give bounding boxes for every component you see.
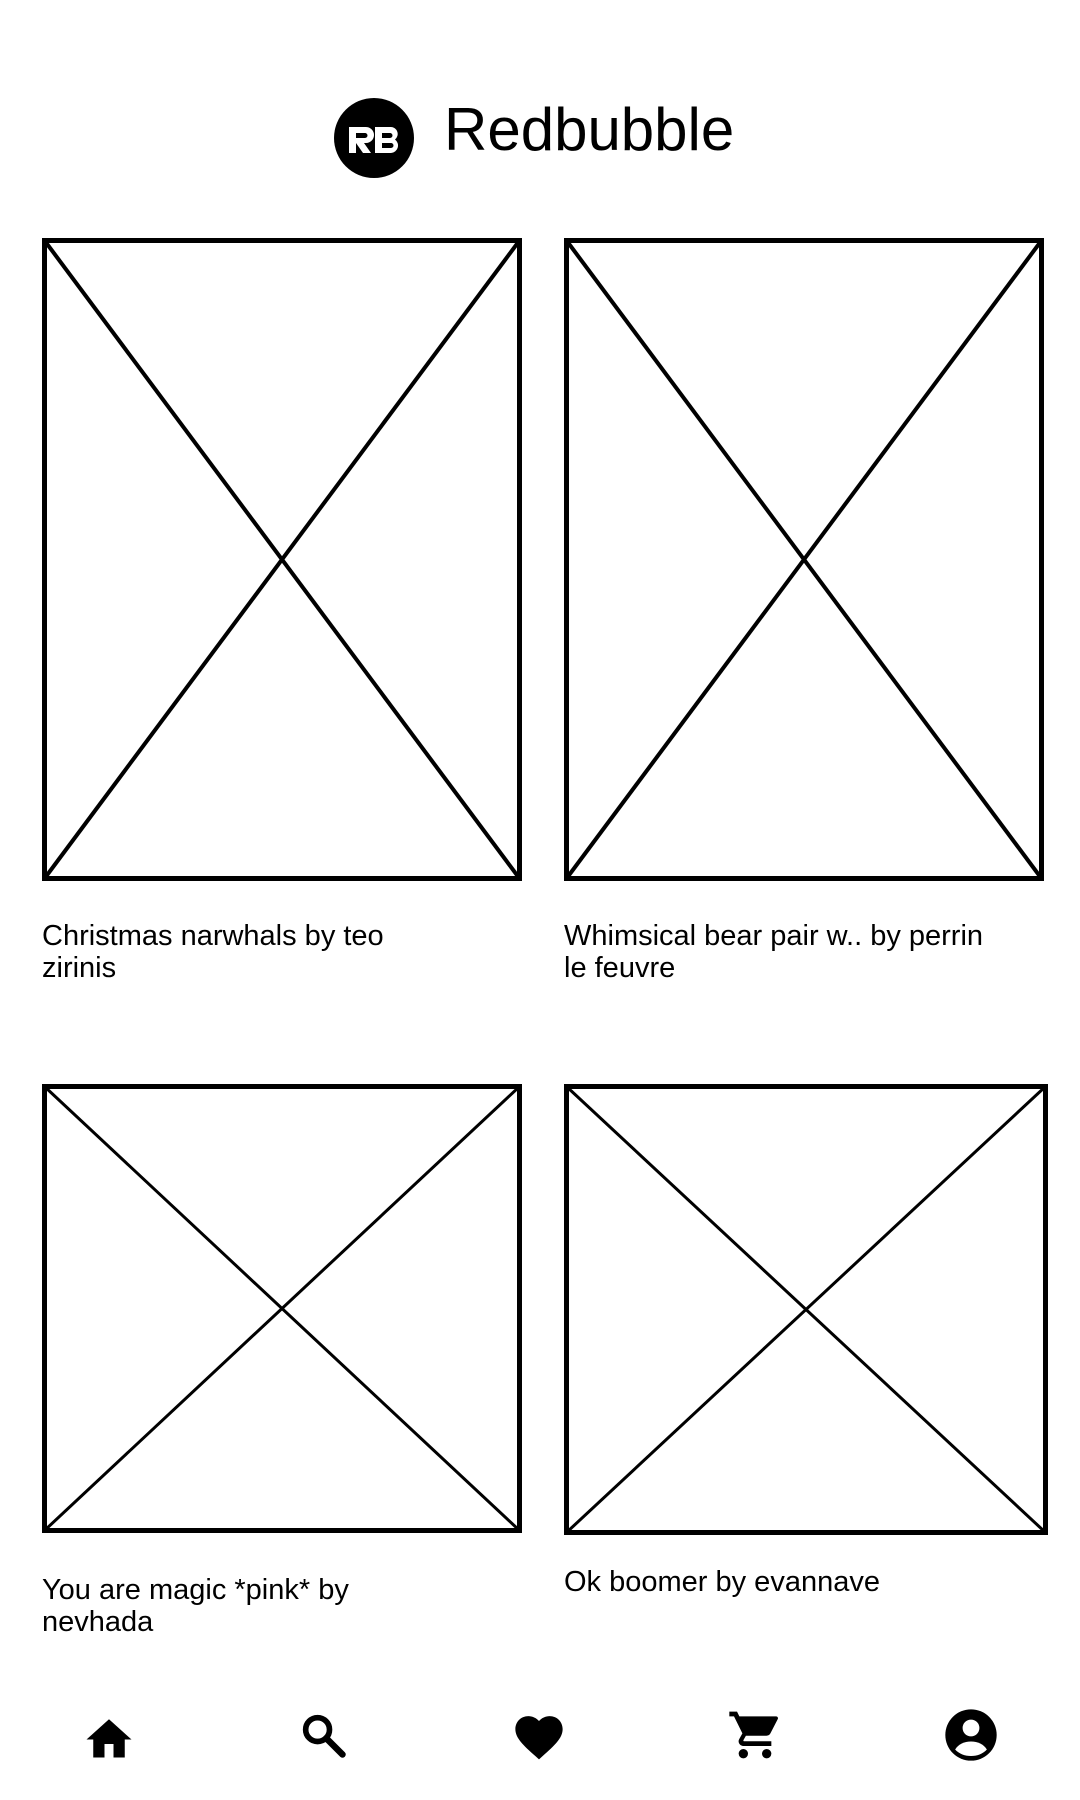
image-placeholder-icon[interactable] [42,1084,522,1536]
nav-search[interactable] [268,1690,378,1780]
search-icon [302,1714,346,1758]
nav-favorites[interactable] [484,1690,594,1780]
nav-home[interactable] [54,1690,164,1780]
product-card[interactable]: You are magic *pink* by nevhada [42,1084,522,1664]
image-placeholder-icon[interactable] [564,238,1044,884]
product-card[interactable]: Christmas narwhals by teo zirinis [42,238,522,984]
app-header: Redbubble [0,0,1080,230]
account-circle-icon [945,1709,997,1761]
brand-name: Redbubble [444,96,735,163]
product-caption[interactable]: Ok boomer by evannave [564,1566,984,1598]
home-icon [86,1719,132,1758]
heart-icon [515,1716,563,1760]
bottom-navigation [0,1690,1080,1800]
product-card[interactable]: Whimsical bear pair w.. by perrin le feu… [564,238,1044,984]
redbubble-logo-icon[interactable] [333,97,415,179]
product-card[interactable]: Ok boomer by evannave [564,1084,1048,1664]
nav-account[interactable] [916,1690,1026,1780]
image-placeholder-icon[interactable] [42,238,522,884]
nav-cart[interactable] [700,1690,810,1780]
product-caption[interactable]: Christmas narwhals by teo zirinis [42,920,462,984]
image-placeholder-icon[interactable] [564,1084,1048,1538]
product-caption[interactable]: You are magic *pink* by nevhada [42,1574,462,1638]
cart-icon [729,1711,778,1759]
product-caption[interactable]: Whimsical bear pair w.. by perrin le feu… [564,920,984,984]
